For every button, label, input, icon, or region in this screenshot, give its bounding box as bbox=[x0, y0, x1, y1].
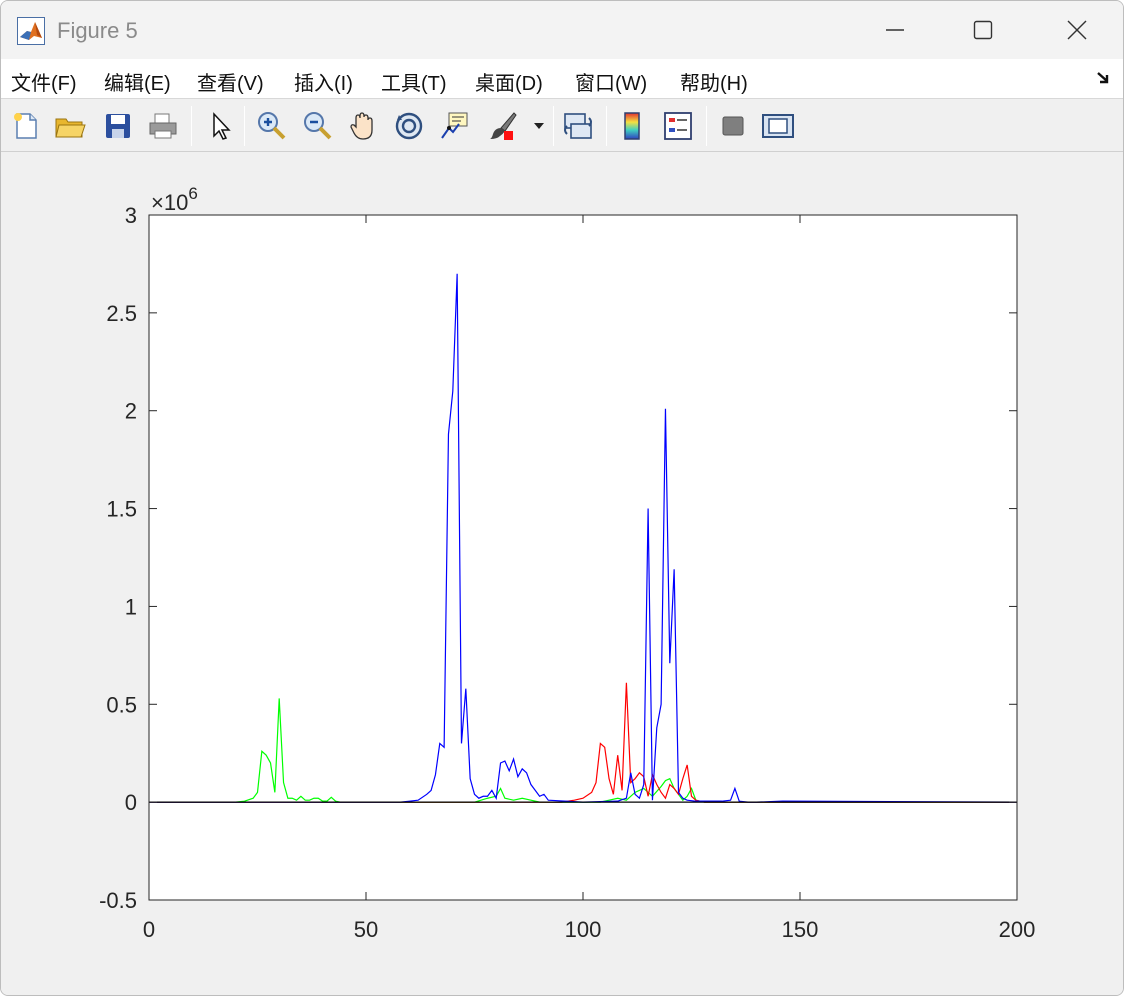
zoom-in-button[interactable] bbox=[254, 109, 288, 143]
y-tick-label: 2 bbox=[125, 399, 137, 424]
colorbar-icon bbox=[624, 112, 640, 140]
toolbar-separator bbox=[553, 106, 554, 146]
link-plot-button[interactable] bbox=[561, 109, 595, 143]
menu-help[interactable]: 帮助(H) bbox=[680, 67, 748, 96]
brush-dropdown-button[interactable] bbox=[529, 109, 549, 143]
open-file-button[interactable] bbox=[53, 109, 87, 143]
y-tick-label: 0 bbox=[125, 790, 137, 815]
undock-arrow-icon[interactable] bbox=[1095, 69, 1113, 87]
y-exponent-base: ×10 bbox=[151, 190, 188, 215]
toolbar-separator bbox=[191, 106, 192, 146]
y-tick-label: -0.5 bbox=[99, 888, 137, 913]
figure-window: Figure 5 文件(F) 编辑(E) 查看(V) 插入(I) 工具(T) 桌… bbox=[0, 0, 1124, 996]
toolbar-separator bbox=[244, 106, 245, 146]
save-button[interactable] bbox=[101, 109, 135, 143]
menu-desktop[interactable]: 桌面(D) bbox=[475, 67, 543, 96]
select-pointer-icon bbox=[213, 112, 231, 140]
brush-icon bbox=[490, 112, 517, 140]
colorbar-button[interactable] bbox=[615, 109, 649, 143]
close-icon bbox=[1067, 20, 1087, 40]
menu-edit[interactable]: 编辑(E) bbox=[104, 67, 171, 96]
zoom-in-icon bbox=[258, 112, 286, 140]
y-tick-label: 3 bbox=[125, 203, 137, 228]
line-plot[interactable]: 0 50 100 150 200-0.500.511.522.53×106 bbox=[1, 153, 1124, 996]
minimize-button[interactable] bbox=[849, 1, 941, 59]
toolbar-separator bbox=[606, 106, 607, 146]
legend-icon bbox=[664, 112, 692, 140]
close-button[interactable] bbox=[1031, 1, 1123, 59]
rotate-3d-button[interactable] bbox=[392, 109, 426, 143]
toolbar bbox=[1, 100, 1123, 152]
menu-window[interactable]: 窗口(W) bbox=[575, 67, 647, 96]
legend-button[interactable] bbox=[661, 109, 695, 143]
minimize-icon bbox=[886, 29, 904, 31]
matlab-logo-icon bbox=[17, 17, 45, 45]
toolbar-separator bbox=[706, 106, 707, 146]
link-plot-icon bbox=[564, 113, 592, 139]
data-cursor-icon bbox=[441, 112, 468, 139]
new-figure-button[interactable] bbox=[9, 109, 43, 143]
y-tick-label: 2.5 bbox=[106, 301, 137, 326]
hide-plot-tools-icon bbox=[722, 116, 744, 136]
menu-file[interactable]: 文件(F) bbox=[11, 67, 77, 96]
menu-tools[interactable]: 工具(T) bbox=[381, 67, 447, 96]
window-title: Figure 5 bbox=[57, 18, 138, 43]
pan-button[interactable] bbox=[346, 109, 380, 143]
maximize-icon bbox=[973, 20, 993, 40]
title-bar: Figure 5 bbox=[1, 1, 1123, 59]
x-tick-label: 50 bbox=[354, 917, 378, 942]
maximize-button[interactable] bbox=[937, 1, 1029, 59]
x-tick-label: 0 bbox=[143, 917, 155, 942]
select-pointer-button[interactable] bbox=[203, 109, 237, 143]
menu-insert[interactable]: 插入(I) bbox=[294, 67, 353, 96]
new-figure-icon bbox=[14, 113, 37, 139]
show-plot-tools-button[interactable] bbox=[761, 109, 795, 143]
print-button[interactable] bbox=[146, 109, 180, 143]
x-tick-label: 200 bbox=[999, 917, 1036, 942]
brush-button[interactable] bbox=[486, 109, 520, 143]
y-tick-label: 1 bbox=[125, 594, 137, 619]
zoom-out-icon bbox=[304, 112, 332, 140]
data-cursor-button[interactable] bbox=[438, 109, 472, 143]
zoom-out-button[interactable] bbox=[300, 109, 334, 143]
show-plot-tools-icon bbox=[762, 114, 794, 138]
print-icon bbox=[149, 113, 177, 139]
figure-canvas[interactable]: 0 50 100 150 200 -0.5 0 0.5 1 1.5 2 2.5 3 ×106 bbox=[1, 153, 1124, 996]
y-tick-label: 1.5 bbox=[106, 497, 137, 522]
x-tick-label: 100 bbox=[565, 917, 602, 942]
rotate-3d-icon bbox=[395, 112, 423, 140]
hide-plot-tools-button[interactable] bbox=[716, 109, 750, 143]
y-tick-label: 0.5 bbox=[106, 692, 137, 717]
brush-dropdown-icon bbox=[534, 123, 544, 129]
y-exponent-power: 6 bbox=[188, 184, 197, 203]
x-tick-label: 150 bbox=[782, 917, 819, 942]
plot-area[interactable] bbox=[149, 215, 1017, 900]
menu-bar: 文件(F) 编辑(E) 查看(V) 插入(I) 工具(T) 桌面(D) 窗口(W… bbox=[1, 59, 1123, 99]
pan-hand-icon bbox=[350, 112, 373, 140]
menu-view[interactable]: 查看(V) bbox=[197, 67, 264, 96]
save-icon bbox=[106, 114, 130, 138]
y-exponent-label: ×106 bbox=[151, 184, 198, 215]
open-file-icon bbox=[55, 118, 86, 138]
